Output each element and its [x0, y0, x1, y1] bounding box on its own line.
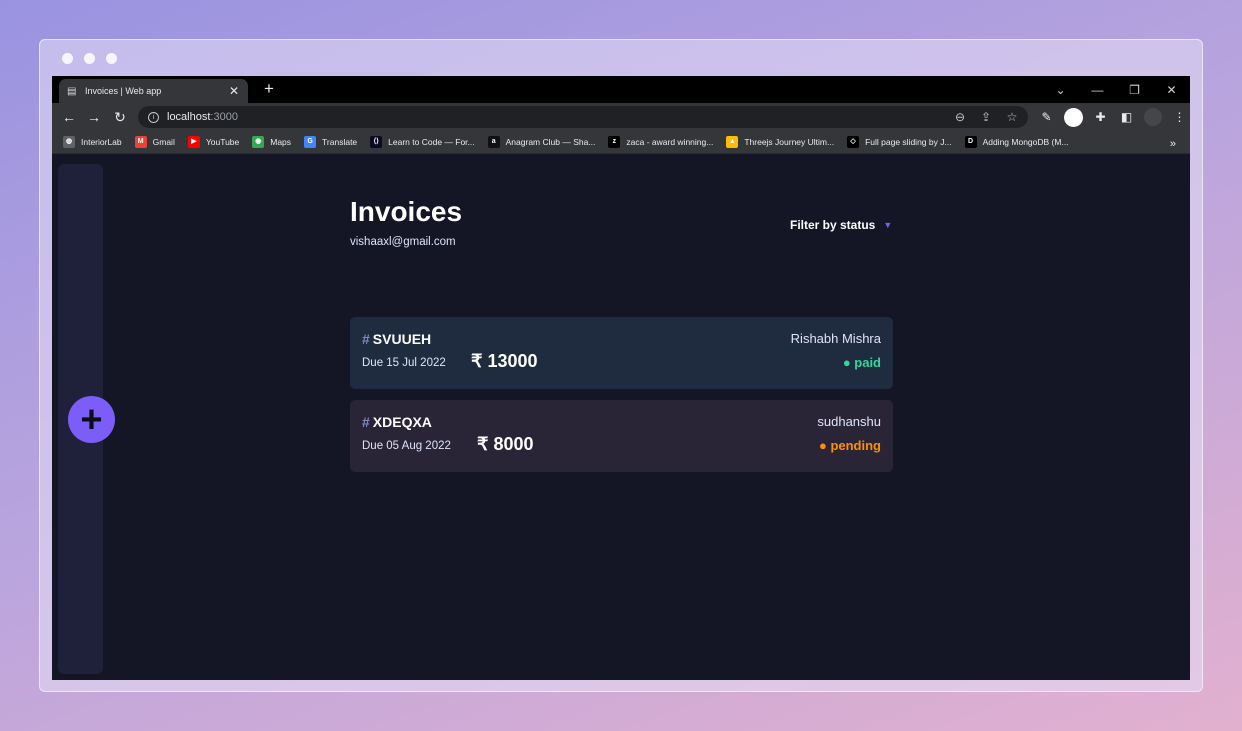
globe-icon: ◍ — [63, 136, 75, 148]
bookmarks-more-icon[interactable]: » — [1170, 138, 1176, 150]
bookmark-label: zaca - award winning... — [626, 137, 714, 147]
minimize-icon[interactable]: — — [1079, 76, 1116, 103]
invoice-list: # SVUUEH Due 15 Jul 2022 ₹ 13000 Rishabh … — [350, 317, 893, 483]
user-email: vishaaxl@gmail.com — [350, 236, 456, 248]
drive-icon: ▲ — [726, 136, 739, 148]
back-arrow-icon[interactable]: ← — [60, 108, 78, 126]
tab-strip: ▤ Invoices | Web app ✕ + ⌄ — ❐ ✕ — [52, 76, 1190, 103]
dev-icon: D — [964, 136, 977, 148]
new-tab-button[interactable]: + — [259, 79, 279, 99]
maps-icon: ◉ — [252, 136, 265, 148]
hash-symbol: # — [362, 414, 370, 430]
bookmark-label: Translate — [322, 137, 358, 147]
codepen-icon: ◇ — [847, 136, 860, 148]
bookmark-label: Threejs Journey Ultim... — [744, 137, 835, 147]
bookmark-item[interactable]: ▲ Threejs Journey Ultim... — [726, 136, 834, 148]
tab-search-icon[interactable]: ⌄ — [1042, 76, 1079, 103]
youtube-icon: ▶ — [187, 136, 200, 148]
pen-extension-icon[interactable]: ✎ — [1038, 110, 1055, 124]
bookmark-item[interactable]: G Translate — [304, 136, 357, 148]
menu-kebab-icon[interactable]: ⋮ — [1171, 110, 1188, 124]
extensions-puzzle-icon[interactable]: ✚ — [1092, 110, 1109, 124]
hash-symbol: # — [362, 331, 370, 347]
invoice-amount: ₹ 13000 — [471, 351, 538, 371]
share-icon[interactable]: ⇪ — [978, 110, 994, 124]
chevron-down-icon: ▼ — [883, 220, 893, 230]
invoice-id: # XDEQXA — [362, 414, 432, 430]
toolbar-extensions: ✎ ✚ ◧ ⋮ — [1038, 103, 1188, 131]
minimize-dot[interactable] — [84, 53, 95, 64]
zaca-icon: z — [608, 136, 621, 148]
invoice-client: Rishabh Mishra — [790, 331, 881, 346]
bookmark-item[interactable]: ◍ InteriorLab — [63, 136, 122, 148]
invoice-client: sudhanshu — [817, 414, 881, 429]
invoice-id-value: SVUUEH — [372, 331, 432, 347]
restore-icon[interactable]: ❐ — [1116, 76, 1153, 103]
filter-status-dropdown[interactable]: Filter by status ▼ — [790, 218, 892, 232]
bookmark-item[interactable]: ◇ Full page sliding by J... — [847, 136, 952, 148]
bookmarks-bar: ◍ InteriorLab M Gmail ▶ YouTube ◉ Maps G Translat… — [52, 131, 1190, 154]
bookmark-label: Maps — [270, 137, 292, 147]
tab-invoices[interactable]: ▤ Invoices | Web app ✕ — [59, 79, 248, 103]
maximize-dot[interactable] — [106, 53, 117, 64]
invoice-id-value: XDEQXA — [372, 414, 432, 430]
invoice-due-date: Due 15 Jul 2022 — [362, 357, 446, 369]
bookmark-label: Adding MongoDB (M... — [982, 137, 1069, 147]
invoice-card[interactable]: # SVUUEH Due 15 Jul 2022 ₹ 13000 Rishabh … — [350, 317, 893, 389]
invoice-amount: ₹ 8000 — [477, 434, 534, 454]
bookmark-item[interactable]: ▶ YouTube — [187, 136, 240, 148]
invoice-card[interactable]: # XDEQXA Due 05 Aug 2022 ₹ 8000 sudhanshu… — [350, 400, 893, 472]
profile-avatar[interactable] — [1064, 107, 1083, 127]
translate-icon: G — [304, 136, 317, 148]
window-buttons: ⌄ — ❐ ✕ — [1042, 76, 1190, 103]
anagram-icon: a — [487, 136, 500, 148]
url-port: :3000 — [210, 111, 238, 123]
bookmark-label: InteriorLab — [81, 137, 122, 147]
bookmark-label: Gmail — [152, 137, 175, 147]
bookmark-item[interactable]: a Anagram Club — Sha... — [487, 136, 596, 148]
close-tab-icon[interactable]: ✕ — [228, 84, 240, 98]
forward-arrow-icon[interactable]: → — [85, 108, 103, 126]
address-bar-actions: ⊖ ⇪ ☆ — [952, 106, 1020, 128]
status-badge: ● pending — [818, 438, 881, 453]
bookmark-label: Learn to Code — For... — [388, 137, 475, 147]
close-window-icon[interactable]: ✕ — [1153, 76, 1190, 103]
bookmark-label: Full page sliding by J... — [865, 137, 952, 147]
site-info-icon[interactable]: i — [148, 111, 159, 123]
bookmark-item[interactable]: ⟨⟩ Learn to Code — For... — [370, 136, 475, 148]
browser-window: ▤ Invoices | Web app ✕ + ⌄ — ❐ ✕ ← → ↻ i… — [52, 76, 1190, 680]
bookmark-item[interactable]: ◉ Maps — [252, 136, 291, 148]
window-controls — [62, 53, 117, 64]
close-dot[interactable] — [62, 53, 73, 64]
bookmark-label: Anagram Club — Sha... — [505, 137, 596, 147]
url-host: localhost — [167, 111, 211, 123]
add-invoice-button[interactable]: + — [68, 396, 115, 443]
side-panel-icon[interactable]: ◧ — [1118, 110, 1135, 124]
browser-toolbar: ← → ↻ i localhost:3000 ⊖ ⇪ ☆ ✎ ✚ ◧ ⋮ — [52, 103, 1190, 131]
invoice-app: + Invoices vishaaxl@gmail.com Filter by … — [52, 155, 1190, 680]
gmail-icon: M — [134, 136, 147, 148]
address-bar[interactable]: i localhost:3000 ⊖ ⇪ ☆ — [138, 106, 1028, 128]
extension-icon[interactable] — [1144, 108, 1162, 126]
page-title: Invoices — [350, 196, 463, 227]
status-badge: ● paid — [842, 355, 881, 370]
bookmark-item[interactable]: z zaca - award winning... — [608, 136, 713, 148]
invoice-id: # SVUUEH — [362, 331, 431, 347]
filter-label: Filter by status — [790, 218, 876, 232]
bookmark-item[interactable]: M Gmail — [134, 136, 175, 148]
invoice-due-date: Due 05 Aug 2022 — [362, 440, 451, 452]
bookmark-star-icon[interactable]: ☆ — [1004, 110, 1020, 124]
bookmark-item[interactable]: D Adding MongoDB (M... — [964, 136, 1069, 148]
bookmark-label: YouTube — [205, 137, 240, 147]
zoom-icon[interactable]: ⊖ — [952, 110, 968, 124]
reload-icon[interactable]: ↻ — [111, 108, 129, 126]
page-favicon-icon: ▤ — [67, 85, 77, 97]
tab-title: Invoices | Web app — [85, 86, 162, 96]
freecodecamp-icon: ⟨⟩ — [370, 136, 383, 148]
